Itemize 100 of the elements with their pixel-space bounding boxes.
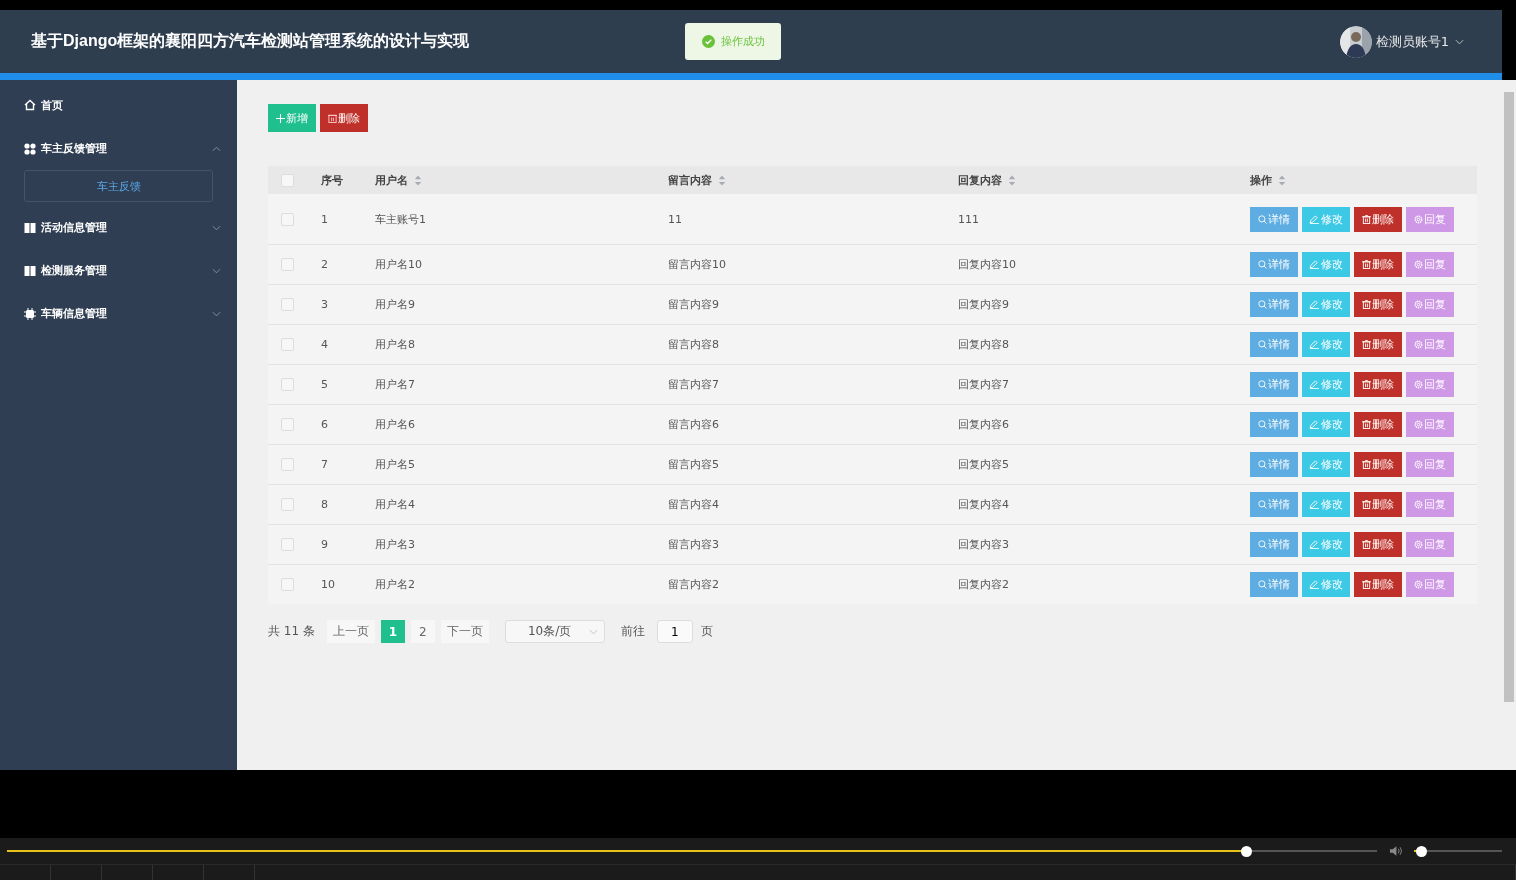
delete-button[interactable]: 删除: [1354, 206, 1402, 232]
gear-icon: [1414, 460, 1423, 469]
edit-button[interactable]: 修改: [1302, 572, 1350, 597]
reply-button[interactable]: 回复: [1406, 332, 1454, 357]
sidebar-item[interactable]: 首页: [0, 94, 237, 116]
edit-button[interactable]: 修改: [1302, 206, 1350, 232]
table-cell: 回复内容3: [958, 537, 1009, 552]
reply-button[interactable]: 回复: [1406, 206, 1454, 232]
edit-button[interactable]: 修改: [1302, 252, 1350, 277]
detail-button[interactable]: 详情: [1250, 452, 1298, 477]
volume-icon[interactable]: [1389, 845, 1402, 857]
reply-button[interactable]: 回复: [1406, 252, 1454, 277]
detail-button[interactable]: 详情: [1250, 292, 1298, 317]
row-checkbox[interactable]: [281, 498, 294, 511]
reply-button[interactable]: 回复: [1406, 572, 1454, 597]
slider-thumb[interactable]: [1415, 845, 1427, 857]
reply-button[interactable]: 回复: [1406, 412, 1454, 437]
edit-button[interactable]: 修改: [1302, 452, 1350, 477]
table-cell: 2: [321, 258, 328, 271]
pencil-icon: [1309, 340, 1320, 349]
trash-icon: [328, 113, 337, 123]
reply-button[interactable]: 回复: [1406, 452, 1454, 477]
sidebar-item[interactable]: 车主反馈管理: [0, 127, 237, 170]
delete-button[interactable]: 删除: [1354, 452, 1402, 477]
edit-button[interactable]: 修改: [1302, 292, 1350, 317]
row-checkbox[interactable]: [281, 212, 294, 226]
search-icon: [1258, 260, 1267, 269]
sidebar-item[interactable]: 活动信息管理: [0, 206, 237, 249]
chevron-down-icon: [588, 628, 598, 635]
sidebar-item[interactable]: 检测服务管理: [0, 249, 237, 292]
column-header[interactable]: 操作: [1250, 172, 1286, 188]
delete-button[interactable]: 删除: [1354, 532, 1402, 557]
add-button[interactable]: 新增: [268, 104, 316, 132]
delete-button[interactable]: 删除: [320, 104, 368, 132]
detail-button[interactable]: 详情: [1250, 572, 1298, 597]
delete-button[interactable]: 删除: [1354, 412, 1402, 437]
search-icon: [1258, 420, 1267, 429]
page-number[interactable]: 1: [380, 620, 405, 643]
trash-icon: [1362, 214, 1371, 224]
detail-button[interactable]: 详情: [1250, 532, 1298, 557]
row-checkbox[interactable]: [281, 338, 294, 351]
reply-button[interactable]: 回复: [1406, 492, 1454, 517]
detail-button[interactable]: 详情: [1250, 332, 1298, 357]
slider-thumb[interactable]: [1241, 845, 1253, 857]
search-icon: [1258, 540, 1267, 549]
detail-button[interactable]: 详情: [1250, 412, 1298, 437]
reply-button[interactable]: 回复: [1406, 532, 1454, 557]
gear-icon: [1414, 340, 1423, 349]
pencil-icon: [1309, 260, 1320, 269]
page-number[interactable]: 2: [410, 620, 435, 643]
table-cell: 留言内容8: [668, 337, 719, 352]
table-cell: 用户名3: [375, 537, 415, 552]
delete-button[interactable]: 删除: [1354, 572, 1402, 597]
row-checkbox[interactable]: [281, 578, 294, 591]
sort-icon: [1278, 174, 1286, 186]
row-checkbox[interactable]: [281, 538, 294, 551]
detail-button[interactable]: 详情: [1250, 492, 1298, 517]
next-page-button[interactable]: 下一页: [440, 620, 489, 643]
sort-icon: [718, 174, 726, 186]
edit-button[interactable]: 修改: [1302, 372, 1350, 397]
delete-button[interactable]: 删除: [1354, 332, 1402, 357]
prev-page-button[interactable]: 上一页: [326, 620, 375, 643]
table-cell: 回复内容10: [958, 257, 1016, 272]
detail-button[interactable]: 详情: [1250, 372, 1298, 397]
delete-button[interactable]: 删除: [1354, 492, 1402, 517]
select-all-checkbox[interactable]: [281, 173, 294, 187]
column-header[interactable]: 用户名: [375, 172, 422, 188]
edit-button[interactable]: 修改: [1302, 412, 1350, 437]
page-size-select[interactable]: 10条/页: [504, 620, 605, 643]
table-cell: 10: [321, 578, 335, 591]
row-checkbox[interactable]: [281, 258, 294, 271]
sidebar-item[interactable]: 车辆信息管理: [0, 292, 237, 335]
user-menu[interactable]: 检测员账号1: [1375, 32, 1464, 51]
row-checkbox[interactable]: [281, 458, 294, 471]
delete-button[interactable]: 删除: [1354, 372, 1402, 397]
delete-button[interactable]: 删除: [1354, 252, 1402, 277]
search-icon: [1258, 460, 1267, 469]
edit-button[interactable]: 修改: [1302, 532, 1350, 557]
table-cell: 用户名4: [375, 497, 415, 512]
edit-button[interactable]: 修改: [1302, 492, 1350, 517]
delete-button[interactable]: 删除: [1354, 292, 1402, 317]
row-checkbox[interactable]: [281, 298, 294, 311]
row-checkbox[interactable]: [281, 418, 294, 431]
reply-button[interactable]: 回复: [1406, 372, 1454, 397]
edit-button[interactable]: 修改: [1302, 332, 1350, 357]
table-cell: 用户名5: [375, 457, 415, 472]
detail-button[interactable]: 详情: [1250, 252, 1298, 277]
reply-button[interactable]: 回复: [1406, 292, 1454, 317]
table-cell: 回复内容4: [958, 497, 1009, 512]
row-checkbox[interactable]: [281, 378, 294, 391]
column-header[interactable]: 回复内容: [958, 172, 1016, 188]
column-header[interactable]: 留言内容: [668, 172, 726, 188]
table-cell: 用户名10: [375, 257, 422, 272]
column-header[interactable]: 序号: [321, 172, 343, 188]
sidebar-subitem[interactable]: 车主反馈: [24, 170, 213, 202]
detail-button[interactable]: 详情: [1250, 206, 1298, 232]
caret-icon: [212, 267, 221, 274]
table-icon: [24, 264, 36, 277]
page-input[interactable]: 1: [656, 620, 693, 643]
table-cell: 用户名8: [375, 337, 415, 352]
